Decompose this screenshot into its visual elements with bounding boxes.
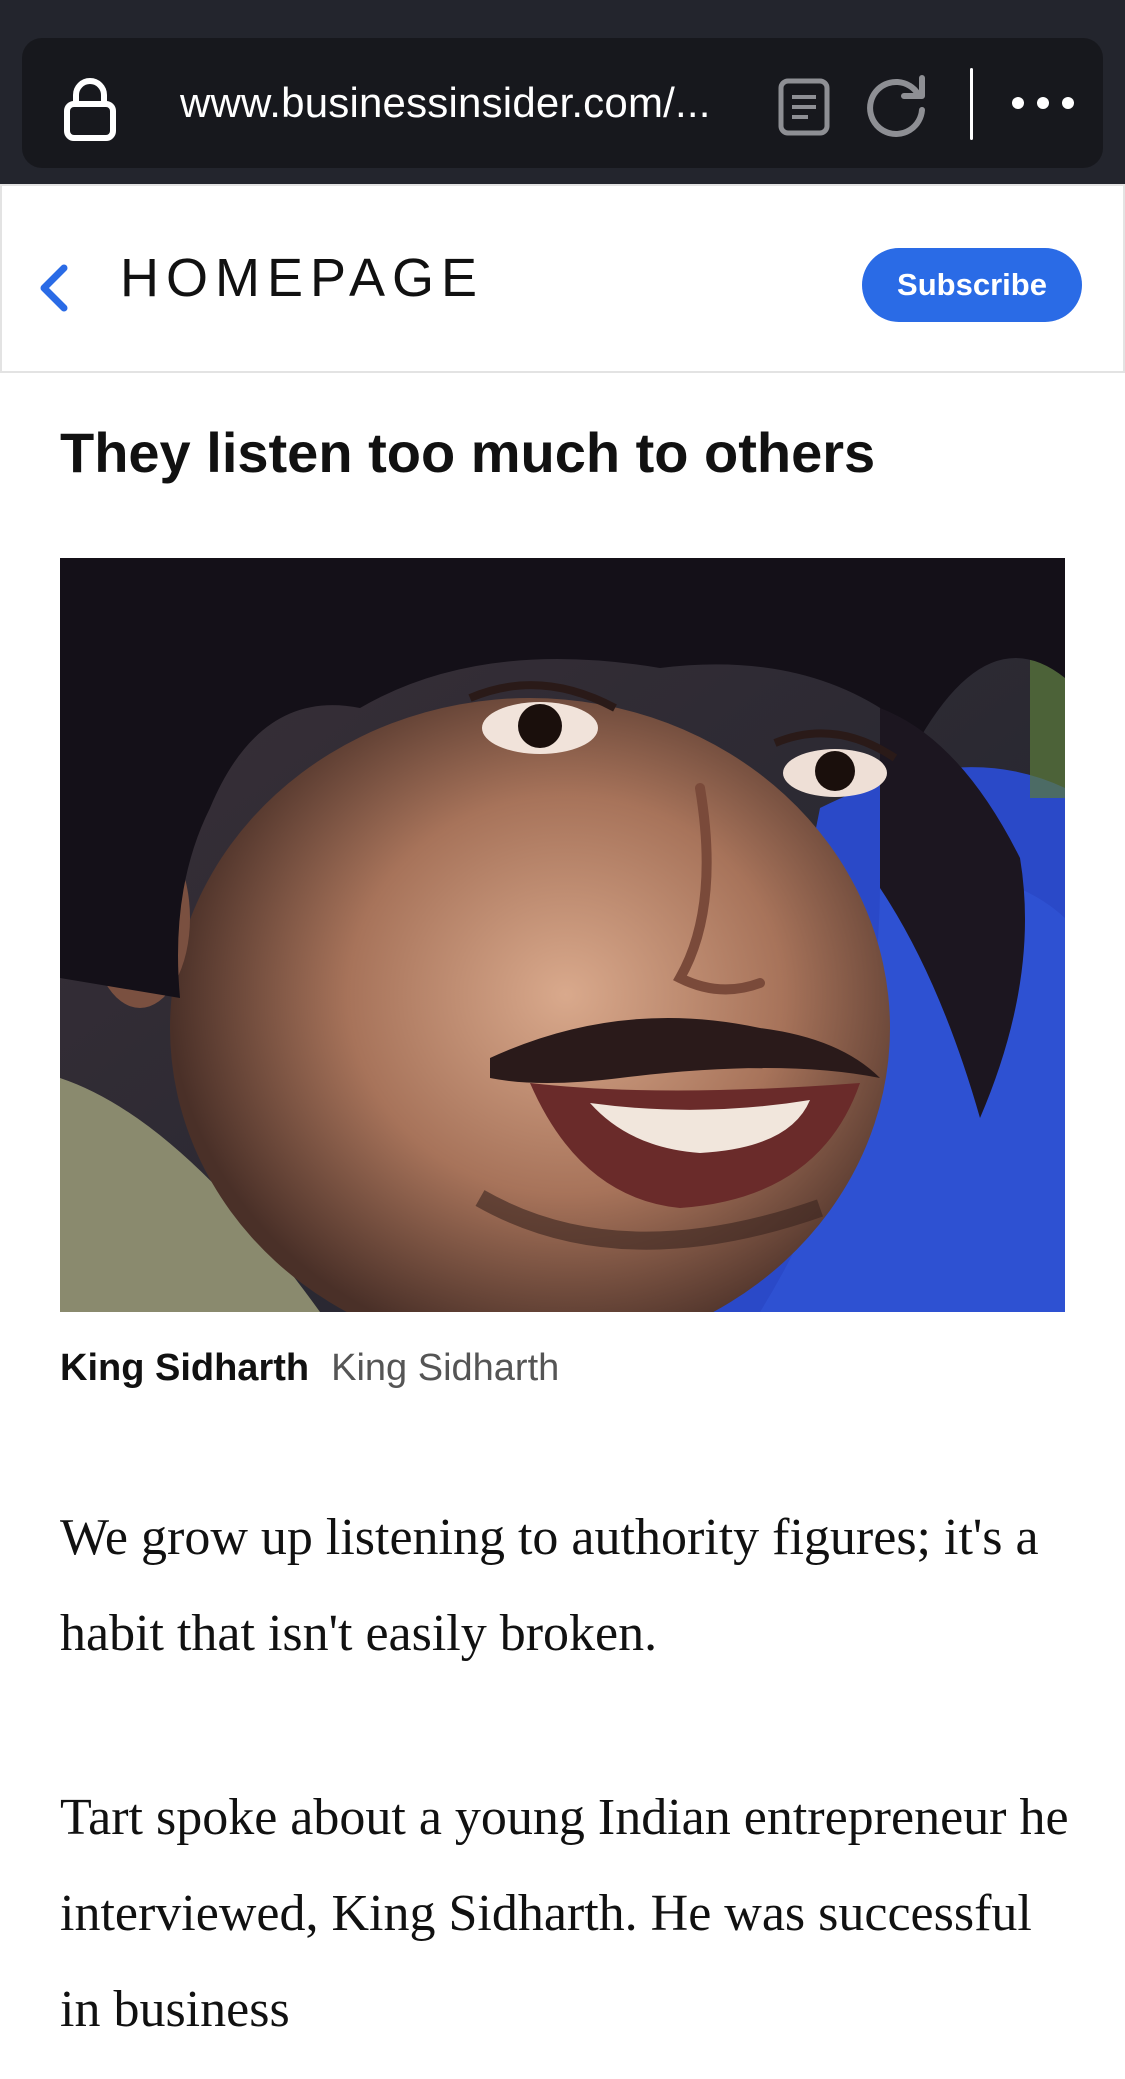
back-chevron-icon[interactable] — [34, 262, 74, 314]
subscribe-button[interactable]: Subscribe — [862, 248, 1082, 322]
homepage-link[interactable]: HOMEPAGE — [120, 186, 484, 371]
caption-source: King Sidharth — [331, 1347, 560, 1389]
article-headline: They listen too much to others — [60, 421, 876, 484]
address-bar[interactable]: www.businessinsider.com/... — [22, 38, 1103, 168]
article-photo — [60, 558, 1065, 1312]
site-header: HOMEPAGE Subscribe — [0, 184, 1125, 373]
browser-toolbar: www.businessinsider.com/... — [0, 0, 1125, 184]
reader-view-icon[interactable] — [778, 78, 830, 136]
lock-icon — [64, 78, 116, 141]
reload-icon[interactable] — [864, 72, 930, 138]
toolbar-divider — [970, 68, 973, 140]
url-text[interactable]: www.businessinsider.com/... — [180, 38, 750, 168]
photo-caption: King Sidharth King Sidharth — [60, 1347, 559, 1390]
more-icon[interactable] — [1008, 83, 1078, 123]
article-paragraph: Tart spoke about a young Indian entrepre… — [60, 1789, 1069, 2038]
article-paragraph: We grow up listening to authority figure… — [60, 1509, 1039, 1662]
caption-name: King Sidharth — [60, 1347, 310, 1389]
